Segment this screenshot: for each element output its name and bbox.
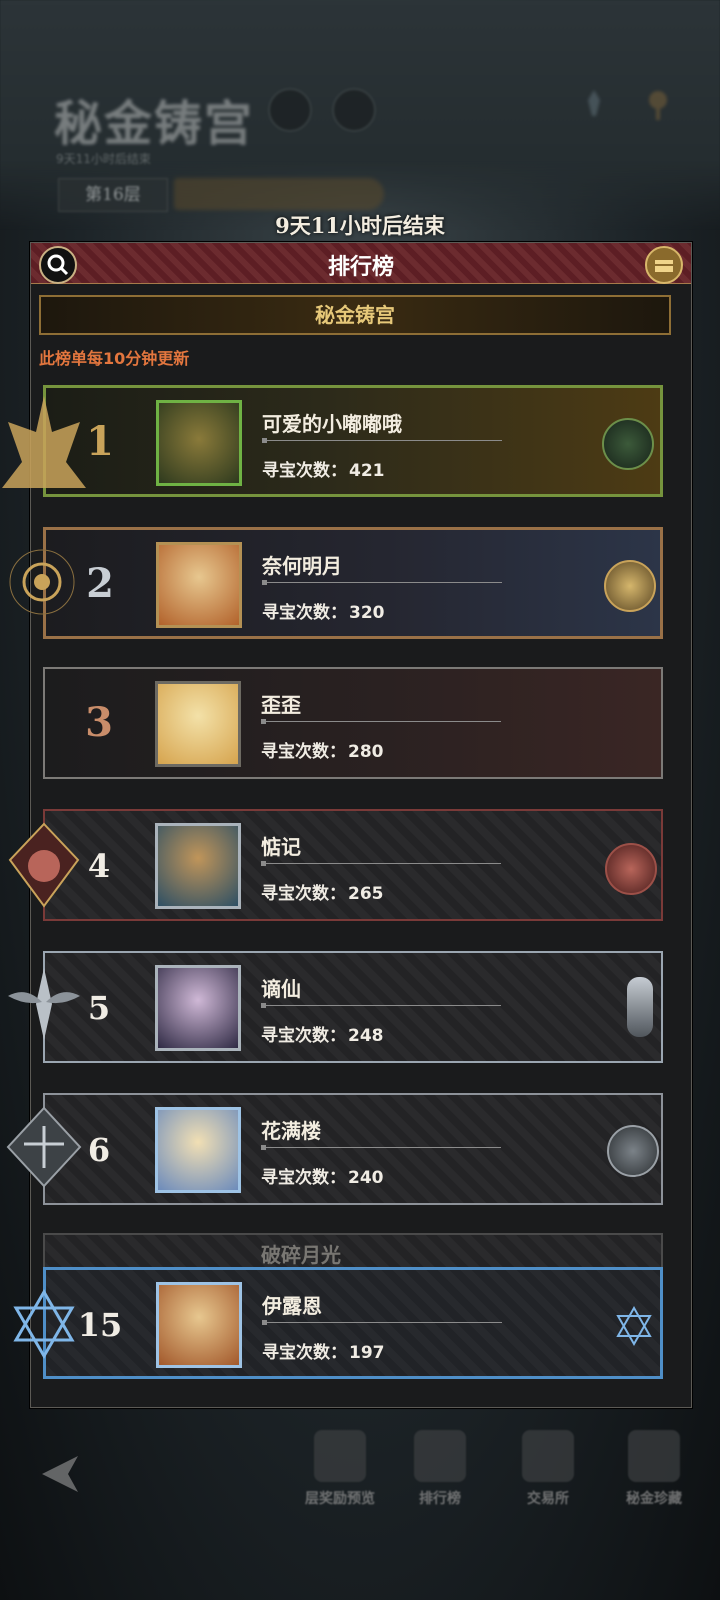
throne-ornament-icon xyxy=(2,396,86,488)
background-floor: 第16层 xyxy=(58,178,168,212)
sun-ornament-icon xyxy=(9,549,75,615)
reward-preview-icon xyxy=(314,1430,366,1482)
player-name: 惦记 xyxy=(261,835,301,859)
avatar xyxy=(156,400,242,486)
bg-search-icon xyxy=(268,88,312,132)
panel-header: 排行榜 xyxy=(31,243,691,284)
player-name: 花满楼 xyxy=(261,1119,321,1143)
crown-badge-icon xyxy=(602,418,654,470)
treasure-count: 寻宝次数： 265 xyxy=(261,884,384,904)
divider xyxy=(262,1320,502,1325)
avatar xyxy=(156,542,242,628)
leaderboard-row-4[interactable]: 4 惦记 寻宝次数： 265 xyxy=(43,809,663,921)
player-name: 伊露恩 xyxy=(262,1294,322,1318)
countdown-text: 9天11小时后结束 xyxy=(275,213,445,238)
treasure-count: 寻宝次数： 421 xyxy=(262,461,385,481)
player-name: 可爱的小嘟嘟哦 xyxy=(262,412,402,436)
update-note: 此榜单每10分钟更新 xyxy=(39,349,190,368)
background-floor-hint xyxy=(174,178,384,210)
exchange-icon xyxy=(522,1430,574,1482)
nav-label: 层奖励预览 xyxy=(305,1491,375,1507)
avatar xyxy=(155,681,241,767)
leaderboard-row-6[interactable]: 6 花满楼 寻宝次数： 240 xyxy=(43,1093,663,1205)
nav-label: 秘金珍藏 xyxy=(626,1491,682,1507)
treasure-count: 寻宝次数： 240 xyxy=(261,1168,384,1188)
treasure-count: 寻宝次数： 320 xyxy=(262,603,385,623)
hexagram-ornament-icon xyxy=(13,1289,75,1359)
leaderboard-panel: 排行榜 秘金铸宫 此榜单每10分钟更新 1 可爱的小嘟嘟哦 寻宝次数： 421 2… xyxy=(30,242,692,1408)
treasure-count: 寻宝次数： 248 xyxy=(261,1026,384,1046)
panel-title: 排行榜 xyxy=(327,254,394,280)
treasure-count: 寻宝次数： 197 xyxy=(262,1343,385,1363)
player-name: 谪仙 xyxy=(261,977,301,1001)
leaderboard-row-1[interactable]: 1 可爱的小嘟嘟哦 寻宝次数： 421 xyxy=(43,385,663,497)
divider xyxy=(261,861,501,866)
divider xyxy=(262,580,502,585)
leaderboard-row-2[interactable]: 2 奈何明月 寻宝次数： 320 xyxy=(43,527,663,639)
nav-collection[interactable]: 秘金珍藏 xyxy=(604,1430,704,1508)
tab-mijin-zhugong[interactable]: 秘金铸宫 xyxy=(39,295,671,335)
player-name: 破碎月光 xyxy=(261,1243,341,1267)
bg-key-icon xyxy=(649,91,667,120)
bg-book-icon xyxy=(332,88,376,132)
trophy-icon xyxy=(414,1430,466,1482)
avatar xyxy=(155,823,241,909)
background-game-title: 秘金铸宫 xyxy=(54,96,255,152)
winged-sword-ornament-icon xyxy=(8,968,80,1040)
divider xyxy=(262,438,502,443)
chest-icon xyxy=(655,260,673,272)
background-subtitle: 9天11小时后结束 xyxy=(56,152,151,166)
star-badge-icon xyxy=(616,1306,652,1346)
bg-potion-icon xyxy=(588,90,600,116)
nav-label: 交易所 xyxy=(527,1491,569,1507)
rose-badge-icon xyxy=(605,843,657,895)
back-arrow-icon[interactable] xyxy=(38,1452,88,1496)
rank-number: 3 xyxy=(85,699,113,746)
nav-leaderboard[interactable]: 排行榜 xyxy=(390,1430,490,1508)
scales-ornament-icon xyxy=(6,1106,82,1188)
player-name: 奈何明月 xyxy=(262,554,342,578)
avatar xyxy=(155,1107,241,1193)
reward-chest-button[interactable] xyxy=(645,246,683,284)
sword-badge-icon xyxy=(627,977,653,1037)
sun-badge-icon xyxy=(604,560,656,612)
current-user-row[interactable]: 15 伊露恩 寻宝次数： 197 xyxy=(43,1267,663,1379)
nav-label: 排行榜 xyxy=(419,1491,461,1507)
avatar xyxy=(155,965,241,1051)
player-name: 歪歪 xyxy=(261,693,301,717)
nav-reward-preview[interactable]: 层奖励预览 xyxy=(290,1430,390,1508)
leaderboard-row-3[interactable]: 3 歪歪 寻宝次数： 280 xyxy=(43,667,663,779)
rose-ornament-icon xyxy=(8,822,80,908)
collection-icon xyxy=(628,1430,680,1482)
divider xyxy=(261,1145,501,1150)
treasure-count: 寻宝次数： 280 xyxy=(261,742,384,762)
scales-badge-icon xyxy=(607,1125,659,1177)
nav-exchange[interactable]: 交易所 xyxy=(498,1430,598,1508)
divider xyxy=(261,1003,501,1008)
avatar xyxy=(156,1282,242,1368)
leaderboard-row-5[interactable]: 5 谪仙 寻宝次数： 248 xyxy=(43,951,663,1063)
divider xyxy=(261,719,501,724)
